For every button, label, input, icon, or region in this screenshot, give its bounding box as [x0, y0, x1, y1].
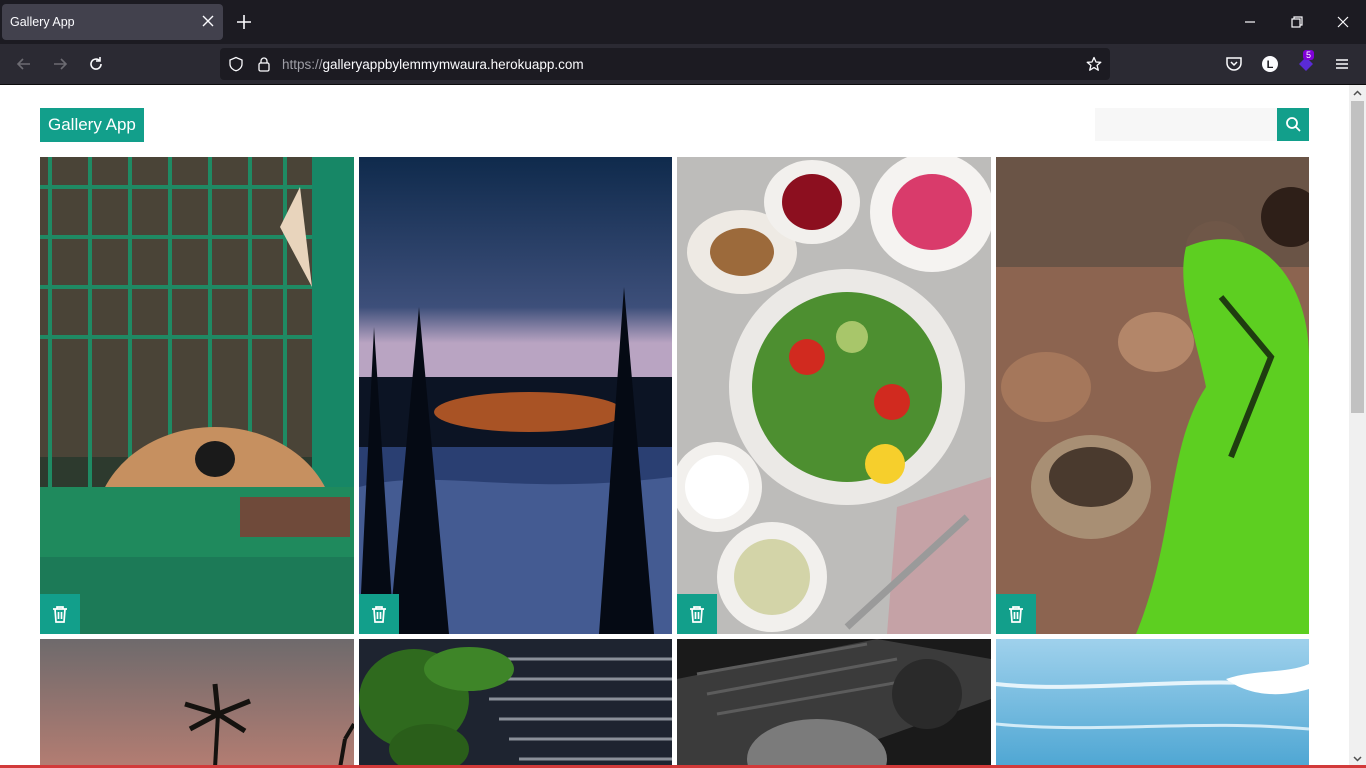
browser-nav-bar: https://galleryappbylemmymwaura.herokuap… — [0, 44, 1366, 85]
search-icon — [1286, 117, 1301, 132]
new-tab-icon[interactable] — [234, 12, 254, 32]
brand-logo[interactable]: Gallery App — [40, 108, 144, 142]
page-content: Gallery App — [0, 85, 1349, 768]
gallery-card[interactable] — [677, 639, 991, 768]
salad-photo — [677, 157, 991, 634]
dog-in-cage-photo — [40, 157, 354, 634]
delete-button[interactable] — [40, 594, 80, 634]
url-text[interactable]: https://galleryappbylemmymwaura.herokuap… — [282, 57, 584, 72]
pocket-icon[interactable] — [1224, 54, 1244, 74]
search-input[interactable] — [1095, 108, 1277, 141]
forward-icon[interactable] — [50, 54, 70, 74]
url-bar[interactable]: https://galleryappbylemmymwaura.herokuap… — [220, 48, 1110, 80]
search-button[interactable] — [1277, 108, 1309, 141]
browser-tab[interactable]: Gallery App — [2, 4, 223, 40]
gallery-card[interactable] — [40, 639, 354, 768]
palm-trees-photo — [40, 639, 354, 768]
delete-button[interactable] — [359, 594, 399, 634]
menu-icon[interactable] — [1332, 54, 1352, 74]
account-initial: L — [1267, 59, 1274, 71]
page-scrollbar[interactable] — [1349, 85, 1366, 768]
trash-icon — [690, 606, 704, 623]
lock-icon[interactable] — [256, 56, 272, 72]
snowy-forest-photo — [359, 157, 672, 634]
gallery-card[interactable] — [677, 157, 991, 634]
ocean-photo — [996, 639, 1309, 768]
minimize-icon[interactable] — [1242, 14, 1258, 30]
spinach-photo — [359, 639, 672, 768]
bw-closeup-photo — [677, 639, 991, 768]
gallery-card[interactable] — [996, 639, 1309, 768]
scroll-up-icon[interactable] — [1352, 88, 1363, 99]
trash-icon — [53, 606, 67, 623]
url-host: galleryappbylemmymwaura.herokuapp.com — [322, 57, 584, 72]
close-window-icon[interactable] — [1335, 14, 1351, 30]
gallery-card[interactable] — [40, 157, 354, 634]
gallery-card[interactable] — [359, 639, 672, 768]
bookmark-star-icon[interactable] — [1086, 56, 1102, 72]
account-icon[interactable]: L — [1260, 54, 1280, 74]
clay-pots-photo — [996, 157, 1309, 634]
gallery-card[interactable] — [996, 157, 1309, 634]
trash-icon — [1009, 606, 1023, 623]
reload-icon[interactable] — [86, 54, 106, 74]
delete-button[interactable] — [677, 594, 717, 634]
browser-tab-bar: Gallery App — [0, 0, 1366, 44]
extension-badge: 5 — [1303, 50, 1315, 60]
scroll-down-icon[interactable] — [1352, 753, 1363, 764]
shield-icon[interactable] — [228, 56, 244, 72]
back-icon[interactable] — [14, 54, 34, 74]
trash-icon — [372, 606, 386, 623]
gallery-card[interactable] — [359, 157, 672, 634]
close-tab-icon[interactable] — [201, 14, 215, 28]
tab-title: Gallery App — [10, 15, 75, 29]
restore-icon[interactable] — [1289, 14, 1305, 30]
url-scheme: https:// — [282, 57, 323, 72]
scroll-thumb[interactable] — [1351, 101, 1364, 413]
delete-button[interactable] — [996, 594, 1036, 634]
